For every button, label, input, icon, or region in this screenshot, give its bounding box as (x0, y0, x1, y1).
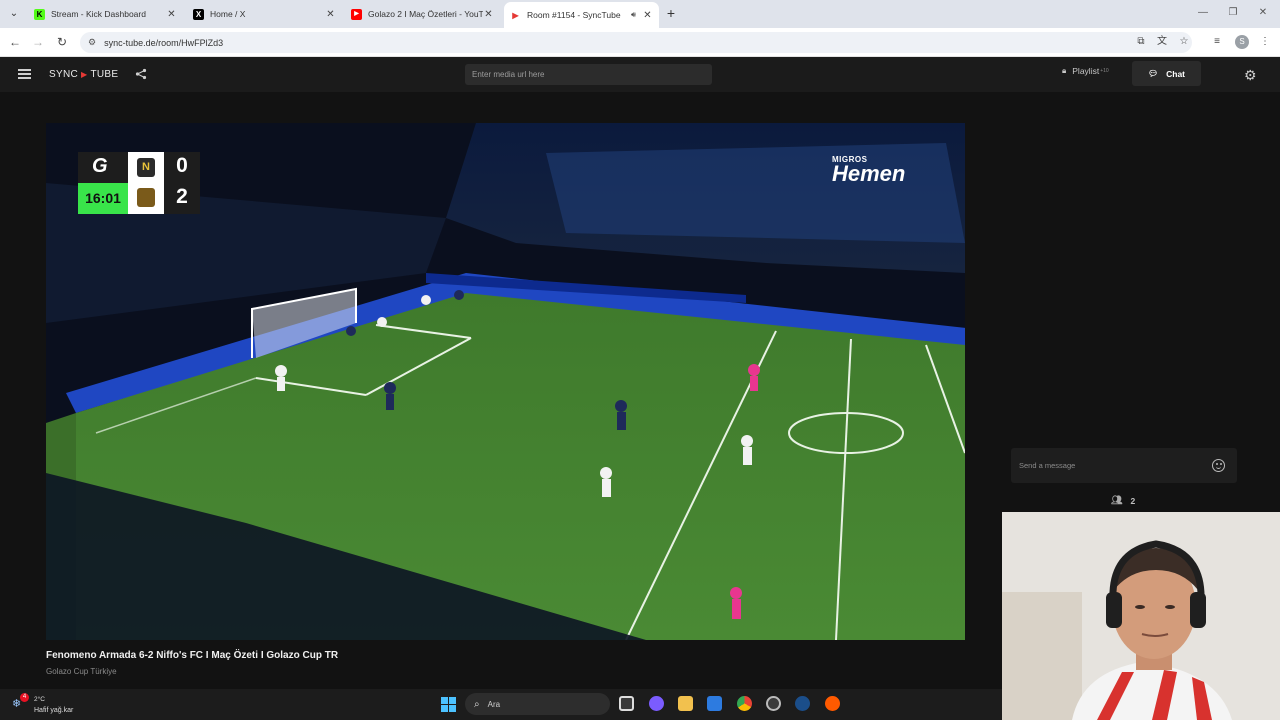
new-tab-plus-icon[interactable]: + (664, 6, 678, 20)
play-icon: ▶ (80, 70, 88, 79)
playlist-badge: +10 (1100, 68, 1109, 74)
browser-tab-strip: ⌄ K Stream - Kick Dashboard ✕ X Home / X… (0, 0, 1280, 28)
playlist-label: Playlist (1072, 66, 1100, 76)
taskbar-search[interactable]: ⌕ Ara (465, 693, 610, 715)
webcam-overlay (1002, 512, 1280, 720)
match-scoreboard: G N 0 2 16:01 (78, 152, 200, 214)
streamer-webcam-image (1002, 512, 1280, 720)
chat-message-input[interactable] (1011, 448, 1206, 483)
home-score: 0 (176, 154, 188, 177)
cast-icon[interactable]: ⧉ (1134, 35, 1148, 49)
tab-youtube[interactable]: ▶ Golazo 2 I Maç Özetleri - YouTube ✕ (345, 3, 500, 25)
gear-icon[interactable]: ⚙︎ (1244, 67, 1257, 84)
watermark-main-text: Hemen (832, 161, 906, 186)
viewer-count: 👥︎ 2 (1111, 495, 1135, 506)
lock-icon: 🔒︎ (1062, 66, 1067, 75)
copilot-icon[interactable] (649, 696, 664, 711)
translate-icon[interactable]: 文 (1155, 35, 1169, 49)
weather-notification-badge: 4 (20, 693, 29, 702)
file-explorer-icon[interactable] (678, 696, 693, 711)
taskbar-search-placeholder: Ara (487, 699, 501, 709)
playlist-button[interactable]: 🔒︎ Playlist +10 (1062, 66, 1109, 76)
restore-icon[interactable]: ❐ (1226, 7, 1240, 18)
forward-arrow-icon[interactable]: → (31, 35, 45, 49)
chat-label: Chat (1166, 68, 1186, 79)
away-team-badge (137, 188, 155, 207)
weather-description: Hafif yağ.kar (34, 707, 74, 714)
close-icon[interactable]: ✕ (483, 9, 494, 20)
chrome-icon[interactable] (737, 696, 752, 711)
reload-icon[interactable]: ↻ (55, 35, 69, 49)
hamburger-menu-icon[interactable] (18, 69, 31, 79)
tab-synctube-room[interactable]: ▶ Room #1154 - SyncTube 🔊︎ ✕ (504, 2, 659, 28)
tab-title: Golazo 2 I Maç Özetleri - YouTube (368, 9, 483, 19)
steam-icon[interactable] (795, 696, 810, 711)
task-view-icon[interactable] (619, 696, 634, 711)
share-icon[interactable] (135, 68, 147, 80)
url-text: sync-tube.de/room/HwFPlZd3 (104, 37, 224, 48)
bookmark-star-icon[interactable]: ☆ (1177, 35, 1191, 49)
video-player[interactable]: G N 0 2 16:01 MIGROS Hemen (46, 123, 965, 640)
back-arrow-icon[interactable]: ← (8, 35, 22, 49)
close-icon[interactable]: ✕ (325, 9, 336, 20)
chat-bubble-icon: 💬︎ (1147, 69, 1159, 78)
microsoft-store-icon[interactable] (707, 696, 722, 711)
synctube-icon: ▶ (512, 10, 519, 20)
video-channel[interactable]: Golazo Cup Türkiye (46, 667, 117, 676)
close-icon[interactable]: ✕ (166, 9, 177, 20)
viewer-count-value: 2 (1130, 495, 1136, 506)
synctube-header: SYNC▶TUBE 🔒︎ Playlist +10 💬︎ Chat ⚙︎ (0, 57, 1280, 92)
video-title: Fenomeno Armada 6-2 Niffo's FC I Maç Öze… (46, 650, 339, 661)
site-settings-icon[interactable]: ⚙︎ (88, 37, 96, 48)
browser-toolbar: ← → ↻ ⚙︎ sync-tube.de/room/HwFPlZd3 ⧉ 文 … (0, 28, 1280, 57)
speaker-icon[interactable]: 🔊︎ (631, 10, 636, 20)
synctube-logo[interactable]: SYNC ▶ TUBE (49, 69, 118, 80)
team-crest-icon: G (92, 155, 108, 177)
window-close-icon[interactable]: ✕ (1256, 7, 1270, 18)
tab-title: Stream - Kick Dashboard (51, 9, 146, 19)
weather-widget[interactable]: ❄︎ 4 2°C Hafif yağ.kar (12, 693, 102, 717)
broadcast-watermark: MIGROS Hemen (832, 155, 906, 186)
windows-start-icon[interactable] (441, 697, 456, 712)
browser-menu-icon[interactable]: ⋮ (1258, 35, 1272, 49)
chat-button[interactable]: 💬︎ Chat (1132, 61, 1201, 86)
match-clock: 16:01 (85, 190, 121, 206)
logo-right-text: TUBE (90, 69, 119, 80)
ea-app-icon[interactable] (825, 696, 840, 711)
tab-kick-dashboard[interactable]: K Stream - Kick Dashboard ✕ (28, 3, 183, 25)
media-url-input[interactable] (465, 64, 712, 85)
minimize-icon[interactable]: — (1196, 7, 1210, 18)
tab-search-chevron-icon[interactable]: ⌄ (6, 6, 22, 22)
search-icon: ⌕ (474, 698, 480, 710)
tab-home-x[interactable]: X Home / X ✕ (187, 3, 342, 25)
away-score: 2 (176, 185, 188, 208)
close-icon[interactable]: ✕ (642, 10, 653, 21)
youtube-icon: ▶ (351, 8, 362, 20)
kick-icon: K (34, 8, 45, 20)
users-icon: 👥︎ (1111, 495, 1123, 505)
logo-left-text: SYNC (49, 69, 78, 80)
tab-title: Room #1154 - SyncTube (527, 10, 621, 20)
emoji-icon[interactable] (1212, 459, 1225, 472)
reading-list-icon[interactable]: ≡ (1210, 35, 1224, 49)
weather-temperature: 2°C (34, 696, 45, 703)
profile-avatar[interactable]: S (1235, 35, 1249, 49)
windows-taskbar: ❄︎ 4 2°C Hafif yağ.kar ⌕ Ara (0, 689, 1002, 720)
tab-title: Home / X (210, 9, 246, 19)
home-team-badge: N (137, 158, 155, 177)
chat-input-box (1011, 448, 1237, 483)
x-icon: X (193, 8, 204, 20)
obs-icon[interactable] (766, 696, 781, 711)
address-bar[interactable]: ⚙︎ sync-tube.de/room/HwFPlZd3 (80, 32, 1192, 53)
